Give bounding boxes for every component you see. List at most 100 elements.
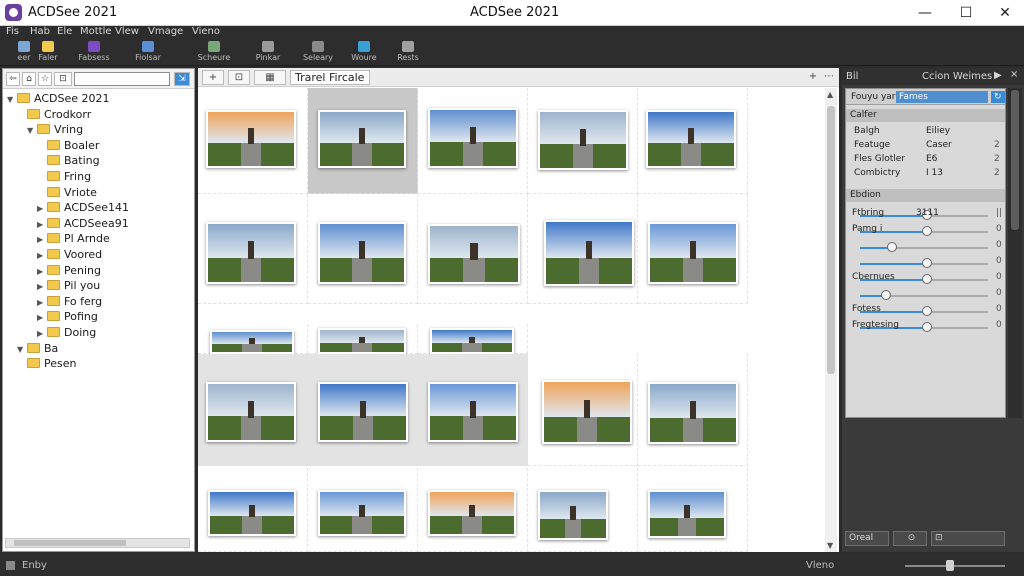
adjust-slider[interactable]: Ftbring 3111 ||: [846, 207, 1005, 223]
back-icon[interactable]: ⇦: [6, 72, 20, 86]
photo-thumbnail[interactable]: [318, 222, 406, 284]
thumbnail-cell[interactable]: [418, 324, 528, 354]
tree-item[interactable]: ▶ Pl Arnde: [37, 232, 110, 247]
refresh-icon[interactable]: ↻: [991, 91, 1005, 103]
photo-thumbnail[interactable]: [428, 108, 518, 168]
photo-thumbnail[interactable]: [646, 110, 736, 168]
properties-scrollbar[interactable]: [1008, 88, 1022, 418]
thumbnail-cell[interactable]: [308, 88, 418, 194]
menu-item[interactable]: Vieno: [192, 26, 220, 37]
path-field[interactable]: [74, 72, 170, 86]
photo-thumbnail[interactable]: [648, 222, 738, 284]
slider-knob[interactable]: [921, 322, 932, 332]
photo-thumbnail[interactable]: [210, 330, 294, 354]
toolbar-button[interactable]: Scheure: [192, 40, 236, 65]
tree-item[interactable]: ▶ Voored: [37, 248, 102, 263]
menu-item[interactable]: Hab: [30, 26, 50, 37]
tree-item[interactable]: ▼ Ba: [17, 342, 58, 357]
adjust-slider[interactable]: 0: [846, 287, 1005, 303]
tree-item[interactable]: ▶ Pofing: [37, 310, 98, 325]
menu-item[interactable]: Vlew: [115, 26, 139, 37]
breadcrumb[interactable]: Trarel Fircale: [290, 70, 370, 85]
thumbnail-cell[interactable]: [528, 354, 638, 466]
home-icon[interactable]: ⌂: [22, 72, 36, 86]
folders-scrollbar[interactable]: [5, 538, 190, 548]
tree-item[interactable]: ▼ Vring: [27, 123, 83, 138]
thumbnail-cell[interactable]: [308, 194, 418, 304]
adjust-slider[interactable]: Cbernues 0: [846, 271, 1005, 287]
photo-thumbnail[interactable]: [318, 110, 406, 168]
section-header[interactable]: Calfer: [846, 109, 1005, 122]
options-icon[interactable]: ⊙: [893, 531, 927, 546]
thumbnail-cell[interactable]: [308, 324, 418, 354]
thumbnail-cell[interactable]: [198, 324, 308, 354]
tree-item[interactable]: Pesen: [17, 357, 76, 372]
view-mode-button[interactable]: ⊡: [228, 70, 250, 85]
thumbnail-cell[interactable]: [528, 194, 638, 304]
adjust-slider[interactable]: 0: [846, 255, 1005, 271]
thumbnail-cell[interactable]: [198, 194, 308, 304]
expand-right-icon[interactable]: ▶: [37, 298, 47, 307]
thumbnail-cell[interactable]: [638, 88, 748, 194]
photo-thumbnail[interactable]: [318, 328, 406, 354]
tree-item[interactable]: ▶ Doing: [37, 326, 96, 341]
menu-item[interactable]: Ele: [57, 26, 72, 37]
view-field[interactable]: ⊡: [931, 531, 1005, 546]
toolbar-button[interactable]: Fiolsar: [126, 40, 170, 65]
menu-item[interactable]: Mottle: [80, 26, 112, 37]
expand-right-icon[interactable]: ▶: [37, 235, 47, 244]
expand-right-icon[interactable]: ▶: [37, 204, 47, 213]
photo-thumbnail[interactable]: [206, 382, 296, 442]
expand-right-icon[interactable]: ▶: [37, 267, 47, 276]
photo-thumbnail[interactable]: [208, 490, 296, 536]
photo-thumbnail[interactable]: [538, 110, 628, 170]
thumbnail-cell[interactable]: [198, 88, 308, 194]
expand-right-icon[interactable]: ▶: [37, 251, 47, 260]
zoom-slider[interactable]: [905, 565, 1005, 567]
thumbnail-cell[interactable]: [308, 468, 418, 552]
property-value[interactable]: Caser: [926, 139, 952, 152]
toolbar-button[interactable]: Seleary: [296, 40, 340, 65]
toolbar-button[interactable]: Pinkar: [246, 40, 290, 65]
tree-item[interactable]: Bating: [37, 154, 100, 169]
go-icon[interactable]: ⇲: [174, 72, 190, 86]
close-icon[interactable]: ×: [1010, 69, 1018, 80]
thumbnail-size-button[interactable]: ▦: [254, 70, 286, 85]
view-icon[interactable]: ⊡: [54, 72, 72, 86]
menu-item[interactable]: Fis: [6, 26, 19, 37]
tree-item[interactable]: ▶ Fo ferg: [37, 295, 102, 310]
tree-item[interactable]: ▶ Pil you: [37, 279, 100, 294]
photo-thumbnail[interactable]: [544, 220, 634, 286]
thumbnail-cell[interactable]: [638, 468, 748, 552]
thumbnail-cell[interactable]: [528, 468, 638, 552]
thumbnail-cell[interactable]: [418, 468, 528, 552]
tree-item[interactable]: ▶ ACDSee141: [37, 201, 129, 216]
adjust-slider[interactable]: Fregtesing 0: [846, 319, 1005, 335]
photo-thumbnail[interactable]: [428, 224, 520, 284]
minimize-button[interactable]: —: [910, 3, 940, 23]
slider-knob[interactable]: [921, 226, 932, 236]
photo-thumbnail[interactable]: [430, 328, 514, 354]
thumbnail-cell[interactable]: [308, 354, 418, 466]
photo-thumbnail[interactable]: [206, 222, 296, 284]
thumbnail-cell[interactable]: [638, 194, 748, 304]
tree-item[interactable]: ▼ ACDSee 2021: [7, 92, 110, 107]
slider-knob[interactable]: [921, 258, 932, 268]
play-icon[interactable]: ▶: [994, 70, 1002, 81]
menu-item[interactable]: Vmage: [148, 26, 183, 37]
slider-knob[interactable]: [921, 306, 932, 316]
expand-right-icon[interactable]: ▶: [37, 220, 47, 229]
tree-item[interactable]: Boaler: [37, 139, 99, 154]
photo-thumbnail[interactable]: [542, 380, 632, 444]
expand-down-icon[interactable]: ▼: [27, 126, 37, 135]
toolbar-button[interactable]: Woure: [342, 40, 386, 65]
thumbnail-cell[interactable]: [418, 88, 528, 194]
tree-item[interactable]: ▶ ACDSeea91: [37, 217, 129, 232]
toolbar-button[interactable]: Faler: [26, 40, 70, 65]
photo-thumbnail[interactable]: [428, 382, 518, 442]
photo-thumbnail[interactable]: [648, 382, 738, 444]
tab-files[interactable]: Fames: [896, 91, 988, 103]
property-value[interactable]: E6: [926, 153, 937, 166]
tab-metadata[interactable]: Fouyu yar: [848, 91, 899, 103]
more-icon[interactable]: ⋯: [818, 70, 840, 85]
